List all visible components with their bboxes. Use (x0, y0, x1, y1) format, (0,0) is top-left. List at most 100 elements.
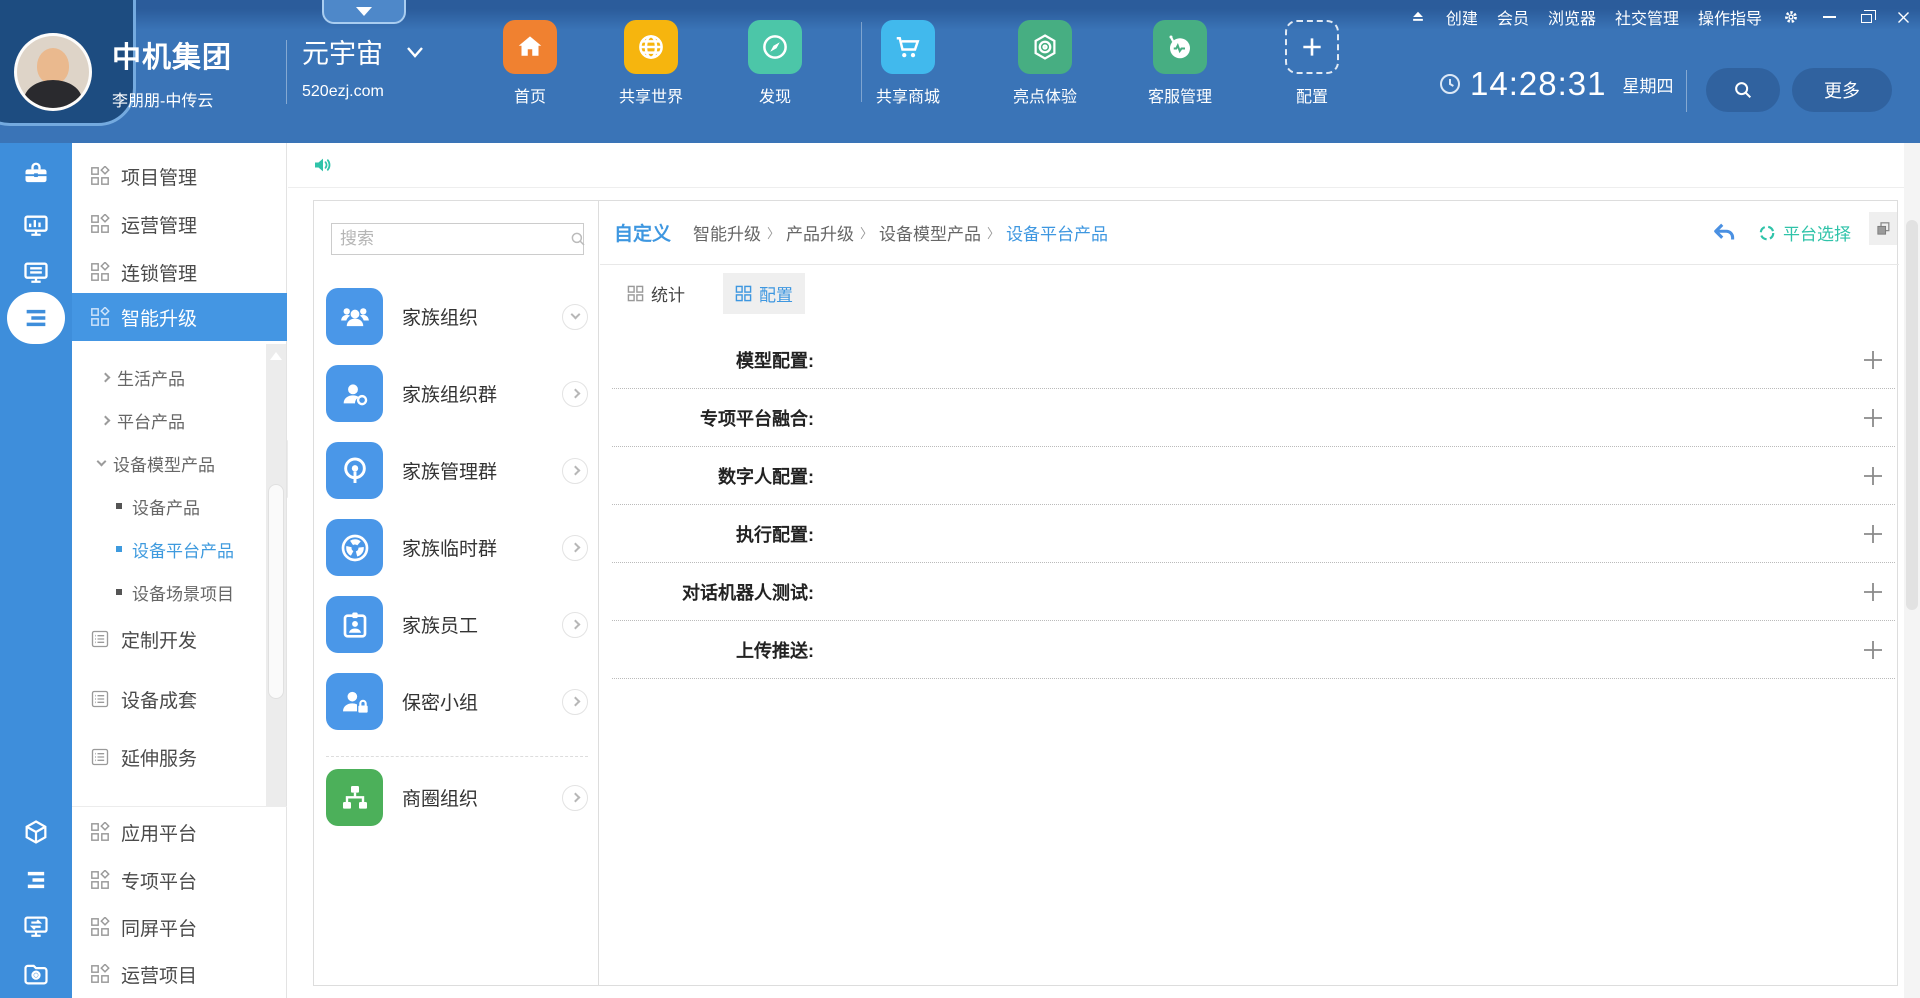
submenu-life-products[interactable]: 生活产品 (72, 356, 287, 398)
scrollbar-thumb[interactable] (268, 484, 284, 699)
scroll-up-icon[interactable] (270, 352, 282, 360)
pop-out-button[interactable] (1869, 212, 1897, 245)
workspace-switcher[interactable]: 元宇宙 520ezj.com (302, 32, 425, 101)
group-search-input[interactable] (332, 229, 569, 249)
menu-social[interactable]: 社交管理 (1615, 5, 1679, 29)
menu-member[interactable]: 会员 (1497, 5, 1529, 29)
search-button[interactable] (1706, 68, 1780, 112)
sidebar-item-same-screen-platform[interactable]: 同屏平台 (72, 903, 287, 951)
submenu-custom-development[interactable]: 定制开发 (72, 615, 287, 663)
breadcrumb-item[interactable]: 设备模型产品 (879, 220, 981, 245)
submenu-device-sets[interactable]: 设备成套 (72, 675, 287, 723)
submenu-label: 生活产品 (117, 365, 185, 390)
more-button[interactable]: 更多 (1792, 68, 1892, 112)
speaker-icon[interactable] (312, 153, 336, 177)
sidebar-item-chain-mgmt[interactable]: 连锁管理 (72, 248, 287, 296)
sidebar-item-operating-projects[interactable]: 运营项目 (72, 950, 287, 998)
rail-item-smart-upgrade-selected[interactable] (0, 294, 72, 342)
group-item-business-circle-org[interactable]: 商圈组织 (326, 769, 588, 826)
nav-item-highlights[interactable]: 亮点体验 (985, 20, 1105, 107)
group-item-family-org-group[interactable]: 家族组织群 (326, 365, 588, 422)
group-item-family-staff[interactable]: 家族员工 (326, 596, 588, 653)
add-button[interactable] (1861, 464, 1885, 488)
search-icon[interactable] (569, 230, 587, 248)
submenu-platform-products[interactable]: 平台产品 (72, 399, 287, 441)
close-button[interactable] (1894, 8, 1912, 26)
titlebar-notch[interactable] (322, 0, 406, 24)
expand-toggle[interactable] (562, 689, 588, 715)
menu-guide[interactable]: 操作指导 (1698, 5, 1762, 29)
submenu-device-model-products[interactable]: 设备模型产品 (72, 442, 287, 484)
rail-item-projects[interactable] (0, 150, 72, 198)
chevron-down-icon[interactable] (405, 45, 425, 59)
add-button[interactable] (1861, 406, 1885, 430)
expand-toggle[interactable] (562, 612, 588, 638)
nav-item-discover[interactable]: 发现 (715, 20, 835, 107)
nav-item-mall[interactable]: 共享商城 (848, 20, 968, 107)
platform-select-button[interactable]: 平台选择 (1757, 220, 1851, 245)
rail-item-app-platform[interactable] (0, 808, 72, 856)
rail-item-operating-projects[interactable] (0, 950, 72, 998)
add-button[interactable] (1861, 638, 1885, 662)
breadcrumb-item[interactable]: 智能升级 (693, 220, 761, 245)
submenu-device-products[interactable]: 设备产品 (72, 485, 287, 527)
expand-toggle[interactable] (562, 785, 588, 811)
grid-icon (90, 964, 110, 984)
minimize-button[interactable] (1820, 8, 1838, 26)
scrollbar-thumb[interactable] (1906, 220, 1918, 610)
group-search[interactable] (331, 223, 584, 255)
page-scrollbar[interactable] (1904, 143, 1920, 998)
sidebar-item-app-platform[interactable]: 应用平台 (72, 808, 287, 856)
tab-configuration[interactable]: 配置 (723, 273, 805, 314)
restore-button[interactable] (1857, 8, 1875, 26)
nav-item-shared-world[interactable]: 共享世界 (591, 20, 711, 107)
group-item-family-temp-group[interactable]: 家族临时群 (326, 519, 588, 576)
group-item-family-admin-group[interactable]: 家族管理群 (326, 442, 588, 499)
gear-icon[interactable] (1781, 7, 1801, 27)
eject-icon[interactable] (1409, 8, 1427, 26)
add-button[interactable] (1861, 580, 1885, 604)
grid-icon (90, 214, 110, 234)
chevron-right-icon (570, 620, 580, 630)
group-item-family-org[interactable]: 家族组织 (326, 288, 588, 345)
expand-toggle[interactable] (562, 304, 588, 330)
expand-toggle[interactable] (562, 535, 588, 561)
rail-item-special-platform[interactable] (0, 856, 72, 904)
sidebar-scrollbar[interactable] (266, 344, 286, 806)
breadcrumb-item[interactable]: 产品升级 (786, 220, 854, 245)
add-button[interactable] (1861, 522, 1885, 546)
submenu-label: 延伸服务 (121, 744, 197, 771)
submenu-device-platform-products[interactable]: 设备平台产品 (72, 528, 287, 570)
submenu-extended-services[interactable]: 延伸服务 (72, 733, 287, 781)
sidebar-item-special-platform[interactable]: 专项平台 (72, 856, 287, 904)
service-robot-icon (1153, 20, 1207, 74)
group-item-confidential-team[interactable]: 保密小组 (326, 673, 588, 730)
tab-statistics[interactable]: 统计 (615, 273, 697, 314)
nav-item-configure[interactable]: 配置 (1252, 20, 1372, 107)
expand-toggle[interactable] (562, 458, 588, 484)
bullet-icon (116, 589, 122, 595)
clock-icon (1438, 72, 1462, 96)
add-button[interactable] (1861, 348, 1885, 372)
custom-label[interactable]: 自定义 (614, 219, 671, 246)
clock-time: 14:28:31 (1470, 65, 1606, 103)
menu-create[interactable]: 创建 (1446, 5, 1478, 29)
expand-toggle[interactable] (562, 381, 588, 407)
rail-item-operations[interactable] (0, 202, 72, 250)
menu-browser[interactable]: 浏览器 (1548, 5, 1596, 29)
submenu-device-scene-projects[interactable]: 设备场景项目 (72, 571, 287, 613)
rail-item-chain[interactable] (0, 249, 72, 297)
nav-item-home[interactable]: 首页 (470, 20, 590, 107)
config-row-execution: 执行配置: (612, 505, 1895, 563)
sidebar-item-smart-upgrade[interactable]: 智能升级 (72, 293, 287, 341)
rail-item-same-screen[interactable] (0, 903, 72, 951)
sidebar-item-operation-mgmt[interactable]: 运营管理 (72, 200, 287, 248)
breadcrumb-item-current[interactable]: 设备平台产品 (1006, 220, 1108, 245)
nav-label: 配置 (1296, 83, 1328, 107)
close-icon (1896, 10, 1911, 25)
person-badge-icon (326, 365, 383, 422)
avatar[interactable] (14, 33, 92, 111)
sidebar-item-project-mgmt[interactable]: 项目管理 (72, 152, 287, 200)
nav-item-service[interactable]: 客服管理 (1120, 20, 1240, 107)
undo-icon[interactable] (1709, 220, 1739, 246)
